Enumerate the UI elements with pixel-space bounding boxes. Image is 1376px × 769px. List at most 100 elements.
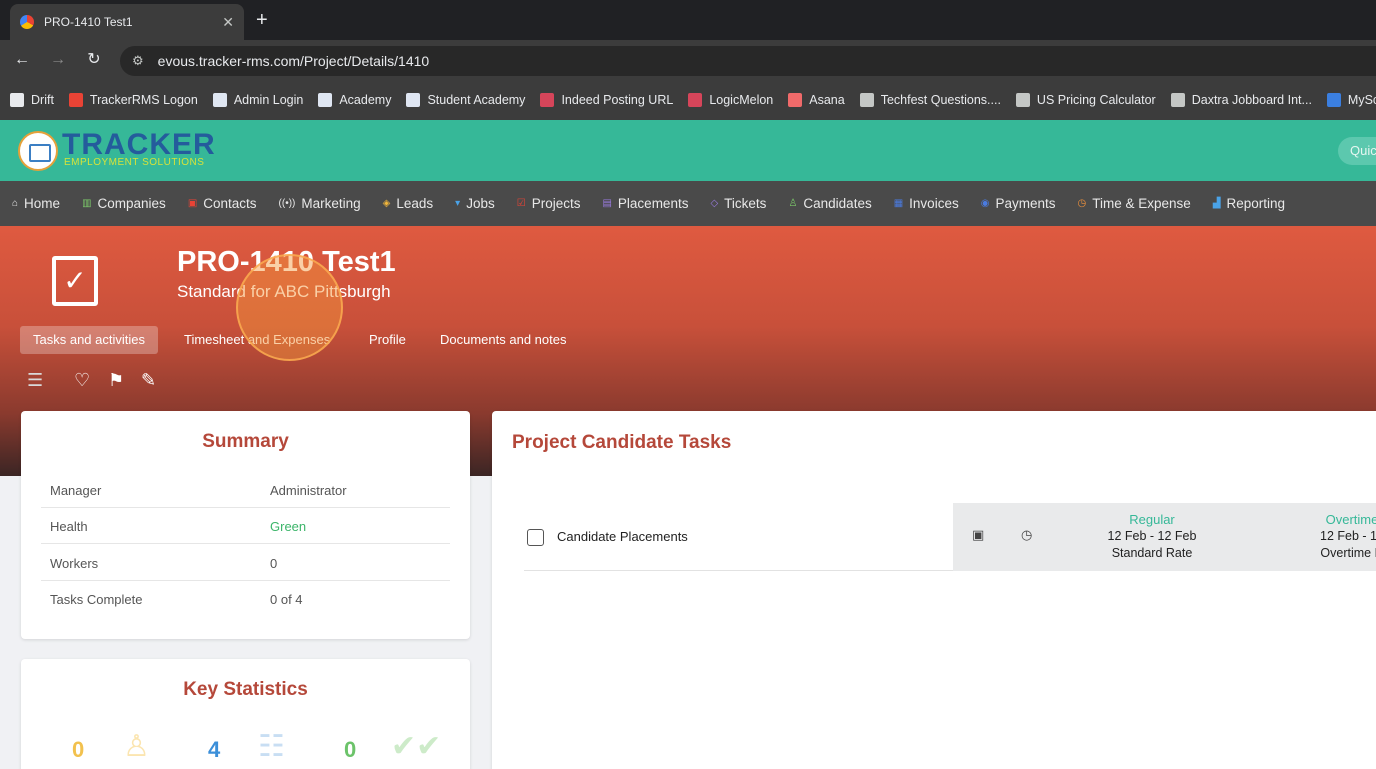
brand-name: TRACKER	[62, 128, 216, 161]
nav-icon: ▦	[893, 198, 904, 209]
nav-icon: ◇	[710, 198, 719, 209]
bookmark-favicon-icon	[788, 93, 803, 107]
candidate-placements-checkbox[interactable]	[527, 529, 544, 546]
bookmark-favicon-icon	[1170, 93, 1185, 107]
nav-item-candidates[interactable]: ♙ Candidates	[788, 196, 871, 211]
back-icon[interactable]: ←	[12, 50, 32, 70]
bookmark-label: LogicMelon	[709, 93, 774, 107]
nav-item-companies[interactable]: ▥ Companies	[82, 196, 166, 211]
summary-row-tasks-complete: Tasks Complete 0 of 4	[41, 581, 450, 617]
nav-icon: ☑	[516, 198, 526, 209]
reload-icon[interactable]: ↻	[84, 50, 104, 70]
workers-count: 0	[72, 737, 85, 762]
nav-icon: ▥	[82, 198, 92, 209]
bookmark-label: US Pricing Calculator	[1036, 93, 1156, 107]
summary-value: Administrator	[270, 483, 347, 498]
bookmarks-bar: Drift TrackerRMS Logon Admin Login Academy S…	[0, 80, 1376, 120]
completed-count: 0	[344, 737, 357, 762]
bookmark-favicon-icon	[68, 93, 83, 107]
nav-item-reporting[interactable]: ▟ Reporting	[1213, 196, 1285, 211]
nav-item-placements[interactable]: ▤ Placements	[602, 196, 688, 211]
new-tab-icon[interactable]: +	[256, 8, 268, 32]
bookmark-label: Drift	[31, 93, 54, 107]
browser-tabstrip: PRO-1410 Test1 ✕ +	[0, 0, 1376, 40]
nav-item-invoices[interactable]: ▦ Invoices	[894, 196, 959, 211]
bookmark-label: TrackerRMS Logon	[89, 93, 198, 107]
collapse-menu-icon[interactable]: ☰	[27, 370, 43, 391]
rate-type: Regular	[1129, 512, 1175, 527]
nav-item-jobs[interactable]: ▾ Jobs	[455, 196, 495, 211]
nav-label: Marketing	[301, 196, 361, 211]
briefcase-icon[interactable]: ▣	[972, 527, 984, 543]
nav-label: Time & Expense	[1092, 196, 1191, 211]
nav-icon: ◈	[382, 198, 391, 209]
bookmark-item[interactable]: Asana	[788, 93, 845, 107]
bookmark-item[interactable]: Admin Login	[212, 93, 304, 107]
bookmark-item[interactable]: TrackerRMS Logon	[68, 93, 198, 107]
nav-icon: ((•))	[278, 198, 296, 209]
bookmark-favicon-icon	[1015, 93, 1030, 107]
bookmark-label: Daxtra Jobboard Int...	[1191, 93, 1312, 107]
main-navigation: ⌂ Home ▥ Companies ▣ Contacts ((•)) Marketing ◈ L…	[0, 181, 1376, 226]
tracker-logo-icon[interactable]	[18, 131, 58, 171]
bookmark-item[interactable]: Daxtra Jobboard Int...	[1170, 93, 1312, 107]
pin-icon[interactable]: ✎	[141, 370, 156, 391]
nav-label: Contacts	[203, 196, 257, 211]
bookmark-item[interactable]: LogicMelon	[688, 93, 773, 107]
rate-type: Overtime	[1325, 512, 1376, 527]
tab-title: PRO-1410 Test1	[44, 15, 133, 29]
tab-documents-and-notes[interactable]: Documents and notes	[427, 326, 579, 354]
nav-icon: ▟	[1212, 198, 1221, 209]
quick-search-button[interactable]: Quic	[1338, 137, 1376, 165]
site-settings-icon[interactable]: ⚙	[132, 53, 144, 69]
bookmark-item[interactable]: US Pricing Calculator	[1015, 93, 1156, 107]
bookmark-item[interactable]: MyScripp	[1326, 93, 1376, 107]
nav-label: Placements	[617, 196, 689, 211]
nav-icon: ◷	[1077, 198, 1087, 209]
browser-tab[interactable]: PRO-1410 Test1 ✕	[10, 4, 244, 40]
heart-icon[interactable]: ♡	[74, 370, 90, 391]
nav-item-projects[interactable]: ☑ Projects	[517, 196, 581, 211]
address-bar[interactable]: ⚙ evous.tracker-rms.com/Project/Details/…	[120, 46, 1376, 76]
nav-label: Companies	[97, 196, 166, 211]
nav-item-contacts[interactable]: ▣ Contacts	[188, 196, 257, 211]
project-checkbox-icon: ✓	[52, 256, 98, 306]
click-indicator	[236, 254, 343, 361]
nav-label: Reporting	[1226, 196, 1285, 211]
nav-icon: ⌂	[12, 198, 19, 209]
bookmark-item[interactable]: Drift	[10, 93, 54, 107]
bookmark-item[interactable]: Techfest Questions....	[859, 93, 1001, 107]
bookmark-label: Academy	[339, 93, 392, 107]
forward-icon[interactable]: →	[48, 50, 68, 70]
bookmark-item[interactable]: Academy	[318, 93, 391, 107]
bookmark-favicon-icon	[1326, 93, 1341, 107]
nav-label: Invoices	[909, 196, 959, 211]
bookmark-item[interactable]: Student Academy	[406, 93, 525, 107]
rate-dates: 12 Feb - 12	[1320, 529, 1376, 543]
nav-item-time-expense[interactable]: ◷ Time & Expense	[1077, 196, 1190, 211]
bookmark-item[interactable]: Indeed Posting URL	[540, 93, 673, 107]
nav-label: Payments	[995, 196, 1056, 211]
nav-item-leads[interactable]: ◈ Leads	[383, 196, 434, 211]
summary-key: Workers	[50, 556, 99, 571]
tab-profile[interactable]: Profile	[356, 326, 419, 354]
clock-icon[interactable]: ◷	[1021, 527, 1032, 543]
bookmark-label: Admin Login	[233, 93, 304, 107]
flag-icon[interactable]: ⚑	[108, 370, 124, 391]
summary-title: Summary	[202, 431, 289, 452]
nav-item-payments[interactable]: ◉ Payments	[981, 196, 1056, 211]
tab-tasks-and-activities[interactable]: Tasks and activities	[20, 326, 158, 354]
task-list-icon: ☷	[258, 730, 285, 763]
key-statistics-title: Key Statistics	[183, 679, 308, 700]
bookmark-label: Student Academy	[427, 93, 526, 107]
tab-close-icon[interactable]: ✕	[222, 14, 234, 31]
nav-item-home[interactable]: ⌂ Home	[12, 196, 60, 211]
summary-key: Manager	[50, 483, 102, 498]
nav-icon: ▤	[602, 198, 612, 209]
nav-item-tickets[interactable]: ◇ Tickets	[710, 196, 766, 211]
rate-name: Overtime R	[1320, 546, 1376, 560]
nav-icon: ◉	[980, 198, 990, 209]
summary-row-manager: Manager Administrator	[41, 472, 450, 508]
nav-label: Leads	[396, 196, 434, 211]
nav-item-marketing[interactable]: ((•)) Marketing	[279, 196, 361, 211]
